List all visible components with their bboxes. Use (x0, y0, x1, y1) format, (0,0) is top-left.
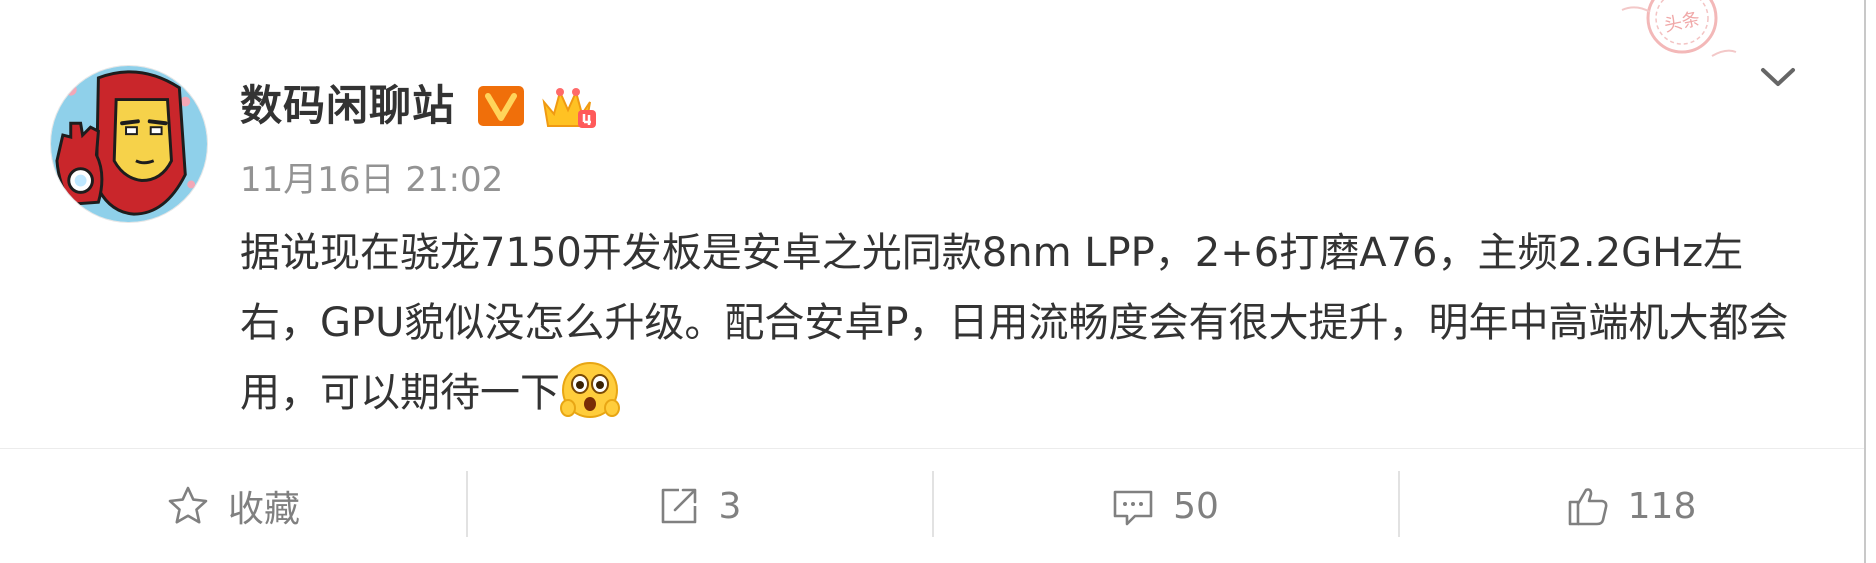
stamp-text: 头条 (1662, 8, 1702, 36)
username[interactable]: 数码闲聊站 (240, 78, 455, 134)
star-icon (168, 486, 208, 524)
user-avatar[interactable] (50, 65, 208, 223)
post-timestamp[interactable]: 11月16日 21:02 (240, 158, 503, 202)
post-content: 据说现在骁龙7150开发板是安卓之光同款8nm LPP，2+6打磨A76，主频2… (240, 218, 1800, 428)
headline-stamp: 头条 (1616, 0, 1738, 72)
verified-v-icon[interactable] (477, 85, 525, 127)
favorite-button[interactable]: 收藏 (0, 449, 466, 563)
repost-count: 3 (718, 485, 742, 527)
action-bar: 收藏 3 50 118 (0, 449, 1864, 563)
window-edge (1864, 0, 1866, 563)
surprised-face-emoji (560, 360, 620, 420)
thumbs-up-icon (1568, 488, 1608, 526)
share-icon (661, 488, 696, 524)
like-count: 118 (1627, 485, 1697, 527)
repost-button[interactable]: 3 (466, 449, 932, 563)
weibo-post-card: 数码闲聊站 11月16日 21:02 头条 据说现在骁龙7150开发板是安卓之光… (0, 0, 1876, 563)
comment-count: 50 (1173, 485, 1219, 527)
avatar-iron-man-illustration (51, 66, 207, 222)
like-button[interactable]: 118 (1398, 449, 1864, 563)
comment-icon (1113, 490, 1153, 526)
comment-button[interactable]: 50 (932, 449, 1398, 563)
chevron-down-icon[interactable] (1755, 58, 1801, 98)
post-text: 据说现在骁龙7150开发板是安卓之光同款8nm LPP，2+6打磨A76，主频2… (240, 230, 1789, 416)
favorite-label: 收藏 (227, 489, 300, 530)
crown-level-icon[interactable] (540, 84, 598, 130)
